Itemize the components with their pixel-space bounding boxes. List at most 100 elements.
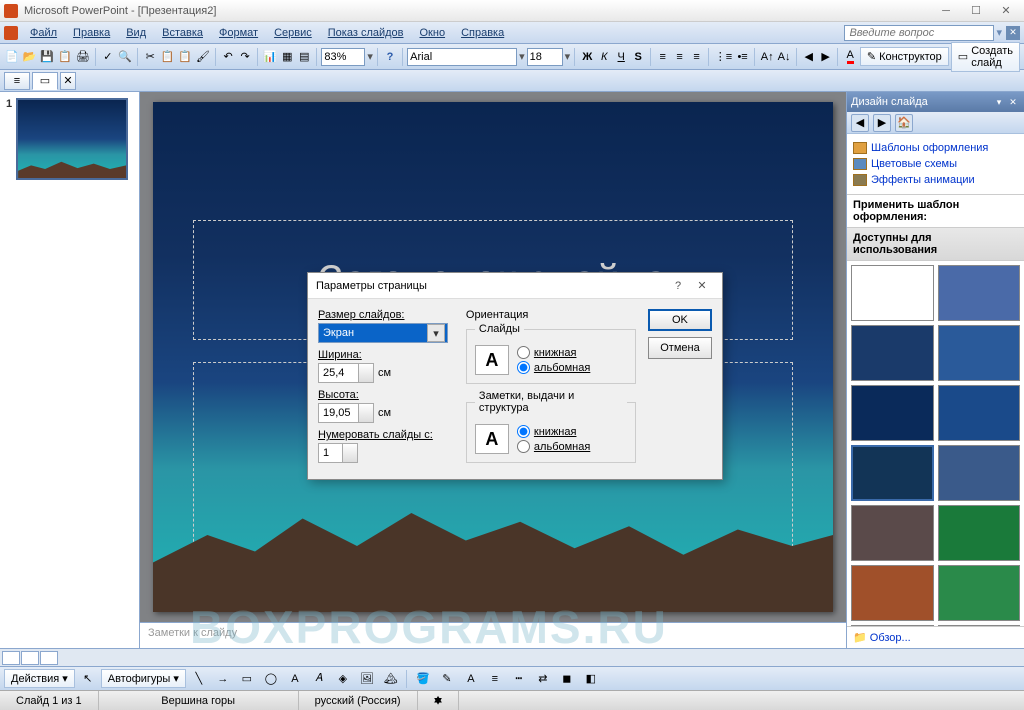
menu-edit[interactable]: Правка xyxy=(65,25,118,41)
picture-icon[interactable]: 🏔 xyxy=(380,668,402,690)
clipart-icon[interactable]: 🖼 xyxy=(356,668,378,690)
bullets-icon[interactable]: •≡ xyxy=(735,46,750,68)
menu-help[interactable]: Справка xyxy=(453,25,512,41)
template-thumbnail[interactable] xyxy=(851,565,934,621)
slides-tab[interactable]: ▭ xyxy=(32,72,58,90)
line-icon[interactable]: ╲ xyxy=(188,668,210,690)
spell-icon[interactable]: ✓ xyxy=(100,46,115,68)
status-spellcheck-icon[interactable]: 🟌 xyxy=(418,691,460,710)
width-input[interactable]: 25,4 xyxy=(318,363,374,383)
doc-close-button[interactable]: ✕ xyxy=(1006,26,1020,40)
italic-icon[interactable]: К xyxy=(597,46,612,68)
undo-icon[interactable]: ↶ xyxy=(221,46,236,68)
textbox-icon[interactable]: A xyxy=(284,668,306,690)
increase-indent-icon[interactable]: ▶ xyxy=(818,46,833,68)
diagram-icon[interactable]: ◈ xyxy=(332,668,354,690)
template-thumbnail[interactable] xyxy=(938,265,1021,321)
normal-view-button[interactable] xyxy=(2,651,20,665)
template-thumbnail[interactable] xyxy=(851,265,934,321)
cut-icon[interactable]: ✂ xyxy=(143,46,158,68)
menu-format[interactable]: Формат xyxy=(211,25,266,41)
arrow-style-icon[interactable]: ⇄ xyxy=(532,668,554,690)
copy-icon[interactable]: 📋 xyxy=(160,46,176,68)
help-icon[interactable]: ? xyxy=(383,46,398,68)
template-thumbnail[interactable] xyxy=(938,625,1021,626)
template-thumbnail[interactable] xyxy=(851,625,934,626)
menu-service[interactable]: Сервис xyxy=(266,25,320,41)
new-icon[interactable]: 📄 xyxy=(4,46,20,68)
menu-view[interactable]: Вид xyxy=(118,25,154,41)
menu-insert[interactable]: Вставка xyxy=(154,25,211,41)
sorter-view-button[interactable] xyxy=(21,651,39,665)
template-thumbnail[interactable] xyxy=(938,505,1021,561)
table-icon[interactable]: ▦ xyxy=(280,46,295,68)
template-thumbnail[interactable] xyxy=(938,565,1021,621)
menu-file[interactable]: Файл xyxy=(22,25,65,41)
zoom-input[interactable] xyxy=(321,48,365,66)
dash-style-icon[interactable]: ┅ xyxy=(508,668,530,690)
slideshow-view-button[interactable] xyxy=(40,651,58,665)
browse-link[interactable]: 📁 Обзор... xyxy=(853,632,911,644)
font-color-icon[interactable]: A xyxy=(843,46,858,68)
shadow-style-icon[interactable]: ◼ xyxy=(556,668,578,690)
permissions-icon[interactable]: 📋 xyxy=(57,46,73,68)
3d-style-icon[interactable]: ◧ xyxy=(580,668,602,690)
slide-size-select[interactable]: Экран xyxy=(318,323,448,343)
notes-landscape-radio[interactable]: альбомная xyxy=(517,440,590,453)
link-effects[interactable]: Эффекты анимации xyxy=(853,172,1018,188)
fontsize-select[interactable] xyxy=(527,48,563,66)
outline-tab[interactable]: ≡ xyxy=(4,72,30,90)
slide-thumbnail[interactable]: 1 xyxy=(6,98,133,180)
font-dropdown-icon[interactable]: ▾ xyxy=(519,50,525,63)
taskpane-close-icon[interactable]: ✕ xyxy=(1006,95,1020,109)
line-color-icon[interactable]: ✎ xyxy=(436,668,458,690)
font-color2-icon[interactable]: A xyxy=(460,668,482,690)
template-thumbnail[interactable] xyxy=(938,325,1021,381)
question-dropdown-icon[interactable]: ▾ xyxy=(996,26,1002,39)
new-slide-button[interactable]: ▭Создать слайд xyxy=(951,42,1020,72)
maximize-button[interactable]: ☐ xyxy=(962,2,990,20)
print-icon[interactable]: 🖨 xyxy=(75,46,91,68)
open-icon[interactable]: 📂 xyxy=(22,46,38,68)
autoshapes-menu[interactable]: Автофигуры ▾ xyxy=(101,669,186,688)
template-thumbnail[interactable] xyxy=(938,445,1021,501)
nav-back-icon[interactable]: ◀ xyxy=(851,114,869,132)
slides-portrait-radio[interactable]: книжная xyxy=(517,346,590,359)
template-thumbnail[interactable] xyxy=(851,505,934,561)
tables-borders-icon[interactable]: ▤ xyxy=(297,46,312,68)
tab-close[interactable]: ✕ xyxy=(60,72,76,90)
slides-landscape-radio[interactable]: альбомная xyxy=(517,361,590,374)
line-style-icon[interactable]: ≡ xyxy=(484,668,506,690)
ok-button[interactable]: OK xyxy=(648,309,712,331)
dialog-help-button[interactable]: ? xyxy=(666,276,690,296)
nav-home-icon[interactable]: 🏠 xyxy=(895,114,913,132)
menu-window[interactable]: Окно xyxy=(412,25,454,41)
decrease-font-icon[interactable]: A↓ xyxy=(777,46,792,68)
decrease-indent-icon[interactable]: ◀ xyxy=(801,46,816,68)
wordart-icon[interactable]: 𝐴 xyxy=(308,668,330,690)
minimize-button[interactable]: ─ xyxy=(932,2,960,20)
notes-pane[interactable]: Заметки к слайду xyxy=(140,622,846,648)
size-dropdown-icon[interactable]: ▾ xyxy=(565,50,571,63)
align-left-icon[interactable]: ≡ xyxy=(655,46,670,68)
bold-icon[interactable]: Ж xyxy=(580,46,595,68)
increase-font-icon[interactable]: A↑ xyxy=(760,46,775,68)
number-input[interactable]: 1 xyxy=(318,443,358,463)
paste-icon[interactable]: 📋 xyxy=(177,46,193,68)
save-icon[interactable]: 💾 xyxy=(39,46,55,68)
format-painter-icon[interactable]: 🖌 xyxy=(195,46,211,68)
font-select[interactable] xyxy=(407,48,517,66)
help-question-input[interactable] xyxy=(844,25,994,41)
chart-icon[interactable]: 📊 xyxy=(262,46,278,68)
zoom-dropdown-icon[interactable]: ▾ xyxy=(367,50,373,63)
research-icon[interactable]: 🔍 xyxy=(117,46,133,68)
fill-color-icon[interactable]: 🪣 xyxy=(412,668,434,690)
taskpane-dropdown-icon[interactable]: ▾ xyxy=(992,95,1006,109)
align-right-icon[interactable]: ≡ xyxy=(689,46,704,68)
close-button[interactable]: ✕ xyxy=(992,2,1020,20)
rectangle-icon[interactable]: ▭ xyxy=(236,668,258,690)
cancel-button[interactable]: Отмена xyxy=(648,337,712,359)
link-colors[interactable]: Цветовые схемы xyxy=(853,156,1018,172)
numbering-icon[interactable]: ⋮≡ xyxy=(714,46,733,68)
menu-slideshow[interactable]: Показ слайдов xyxy=(320,25,412,41)
